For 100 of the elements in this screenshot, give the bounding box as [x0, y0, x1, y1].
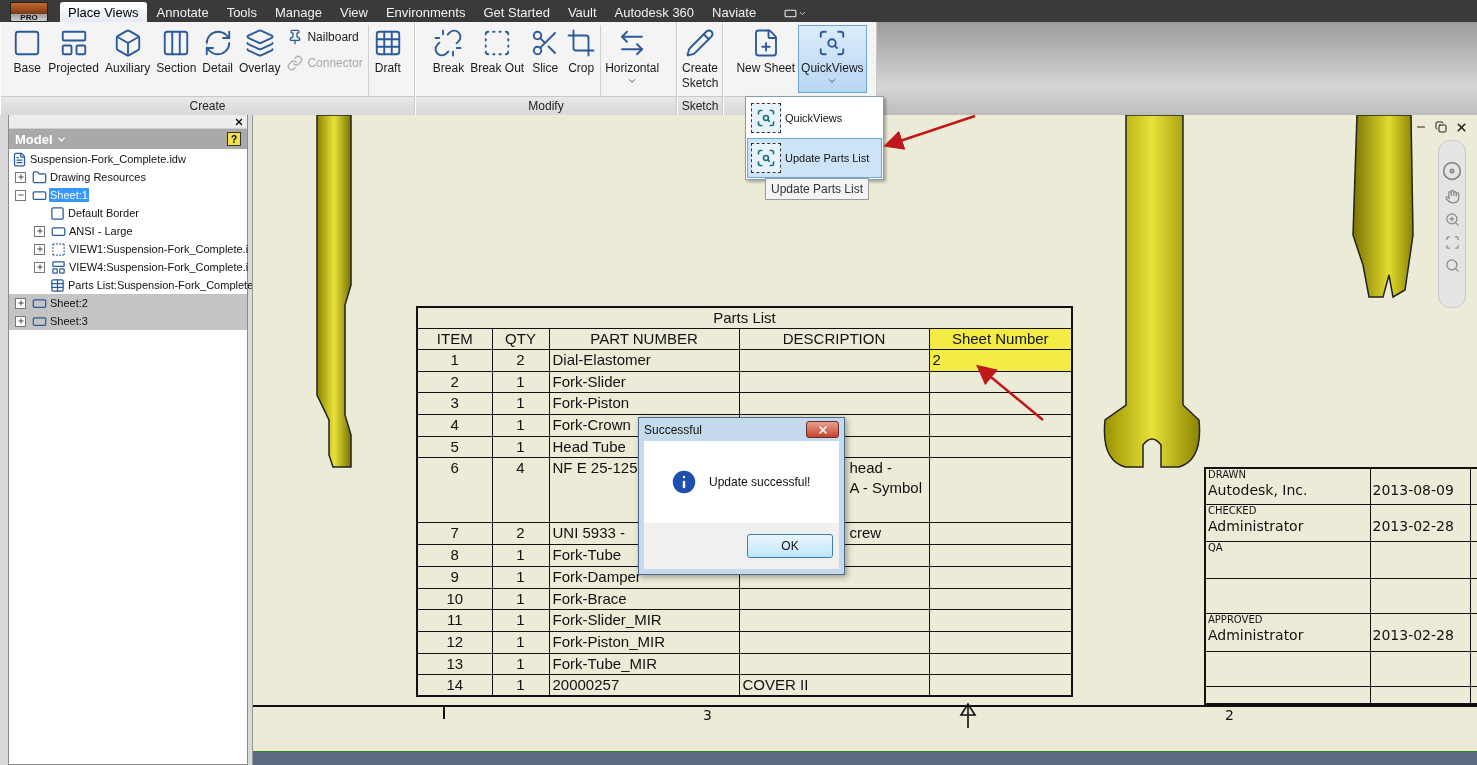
- table-cell: 4: [492, 457, 549, 523]
- table-cell: Fork-Piston: [549, 392, 739, 415]
- table-cell: 10: [417, 588, 492, 610]
- table-cell: 1: [492, 414, 549, 437]
- panels-icon: [51, 259, 66, 275]
- ribbon-tab[interactable]: Manage: [267, 2, 330, 22]
- expand-toggle[interactable]: [34, 243, 45, 255]
- table-cell: 2: [492, 349, 549, 372]
- collapse-toggle[interactable]: [15, 189, 26, 201]
- field-value: Administrator: [1208, 516, 1305, 535]
- menu-item[interactable]: Update Parts List: [747, 138, 882, 178]
- ribbon-button[interactable]: Break: [429, 25, 468, 93]
- tree-item[interactable]: VIEW1:Suspension-Fork_Complete.i: [68, 242, 250, 256]
- table-cell: Fork-Slider: [549, 371, 739, 393]
- search-icon[interactable]: [1444, 258, 1460, 273]
- ribbon-button[interactable]: Crop: [563, 25, 600, 93]
- ribbon-tab[interactable]: Autodesk 360: [606, 2, 703, 22]
- ribbon-button[interactable]: Create Sketch: [678, 25, 722, 93]
- info-icon: [669, 467, 699, 497]
- quickview-icon: [751, 143, 781, 173]
- table-cell: 1: [492, 566, 549, 588]
- table-cell: 1: [492, 609, 549, 632]
- tree-item[interactable]: Drawing Resources: [49, 170, 147, 184]
- table-cell: 2: [417, 371, 492, 393]
- ribbon-small-button[interactable]: Nailboard: [283, 27, 367, 47]
- ribbon-button[interactable]: Break Out: [467, 25, 528, 93]
- ribbon-tab[interactable]: Annotate: [148, 2, 217, 22]
- field-value: Autodesk, Inc.: [1208, 481, 1309, 499]
- field-caption: APPROVED: [1208, 614, 1264, 626]
- wheel-icon[interactable]: [1442, 161, 1462, 181]
- close-icon[interactable]: [1455, 121, 1468, 134]
- ribbon-tab[interactable]: Vault: [559, 2, 605, 22]
- field-caption: CHECKED: [1208, 505, 1258, 517]
- arrow: [976, 364, 1044, 421]
- ribbon-tab[interactable]: View: [331, 2, 376, 22]
- help-button[interactable]: ?: [227, 132, 241, 146]
- minus-icon: [16, 191, 25, 199]
- ribbon-button[interactable]: New Sheet: [733, 25, 799, 93]
- ribbon-button[interactable]: Overlay: [236, 25, 284, 93]
- table-cell: 8: [417, 544, 492, 567]
- restore-icon[interactable]: [1435, 121, 1447, 133]
- table-cell: Fork-Tube_MIR: [549, 653, 739, 675]
- panel-title: Modify: [528, 99, 564, 113]
- close-icon[interactable]: [234, 116, 244, 127]
- expand-toggle[interactable]: [15, 171, 26, 183]
- dashed-square-icon: [51, 241, 66, 257]
- ribbon-button[interactable]: Auxiliary: [101, 25, 154, 93]
- menu-item[interactable]: QuickViews: [747, 98, 882, 138]
- tree-item[interactable]: ANSI - Large: [68, 224, 134, 238]
- expand-toggle[interactable]: [15, 315, 26, 327]
- table-cell: 1: [492, 392, 549, 415]
- table-cell: 11: [417, 609, 492, 632]
- ribbon-button[interactable]: Detail: [199, 25, 237, 93]
- ribbon-button[interactable]: Horizontal: [602, 25, 663, 93]
- tree-item[interactable]: Sheet:3: [49, 314, 89, 328]
- zone-label: 2: [1225, 707, 1234, 723]
- table-cell: 1: [492, 436, 549, 458]
- ribbon-tab[interactable]: Place Views: [60, 2, 147, 22]
- expand-toggle[interactable]: [34, 225, 45, 237]
- table-cell: 12: [417, 631, 492, 654]
- date-text: 2013-02-28: [1372, 516, 1455, 535]
- tooltip: Update Parts List: [765, 178, 870, 200]
- field-caption: QA: [1208, 542, 1224, 554]
- ribbon-button[interactable]: Draft: [369, 25, 406, 93]
- pencil-icon: [685, 28, 715, 58]
- quickview-icon: [751, 103, 781, 133]
- table-cell: Fork-Slider_MIR: [549, 609, 739, 632]
- table-cell: Fork-Brace: [549, 588, 739, 610]
- field-caption: DRAWN: [1208, 469, 1247, 481]
- table-cell: 1: [492, 588, 549, 610]
- tree-item[interactable]: Parts List:Suspension-Fork_Complete: [67, 278, 255, 292]
- plus-icon: [16, 317, 25, 325]
- tree-item[interactable]: Suspension-Fork_Complete.idw: [29, 152, 187, 166]
- ribbon-button[interactable]: Base: [9, 25, 46, 93]
- tree-item[interactable]: Sheet:2: [49, 296, 89, 310]
- ok-button[interactable]: OK: [747, 534, 833, 558]
- ribbon-tab[interactable]: Environments: [377, 2, 474, 22]
- ribbon-tab[interactable]: Tools: [218, 2, 265, 22]
- ribbon-tab[interactable]: Naviate: [704, 2, 765, 22]
- ribbon-button[interactable]: Section: [153, 25, 200, 93]
- ribbon-button[interactable]: QuickViews: [798, 25, 867, 93]
- zoom-in-icon[interactable]: [1444, 212, 1460, 227]
- close-button[interactable]: [806, 421, 839, 438]
- expand-toggle[interactable]: [34, 261, 45, 273]
- ribbon-button[interactable]: Slice: [527, 25, 564, 93]
- tree-item[interactable]: VIEW4:Suspension-Fork_Complete.i: [68, 260, 250, 274]
- expand-toggle[interactable]: [15, 297, 26, 309]
- field-value: Administrator: [1208, 625, 1305, 644]
- table-cell: 4: [417, 414, 492, 437]
- ribbon-button[interactable]: Projected: [45, 25, 102, 93]
- plus-icon: [35, 227, 44, 235]
- column-header: PART NUMBER: [549, 328, 739, 350]
- link-icon: [287, 55, 304, 71]
- table-cell: 1: [417, 349, 492, 372]
- tree-item[interactable]: Default Border: [67, 206, 140, 220]
- date-text: 2013-08-09: [1372, 481, 1455, 499]
- application-button[interactable]: PRO: [10, 2, 48, 22]
- table-cell: 1: [492, 371, 549, 393]
- hand-icon[interactable]: [1444, 189, 1460, 204]
- ribbon-tab[interactable]: Get Started: [475, 2, 558, 22]
